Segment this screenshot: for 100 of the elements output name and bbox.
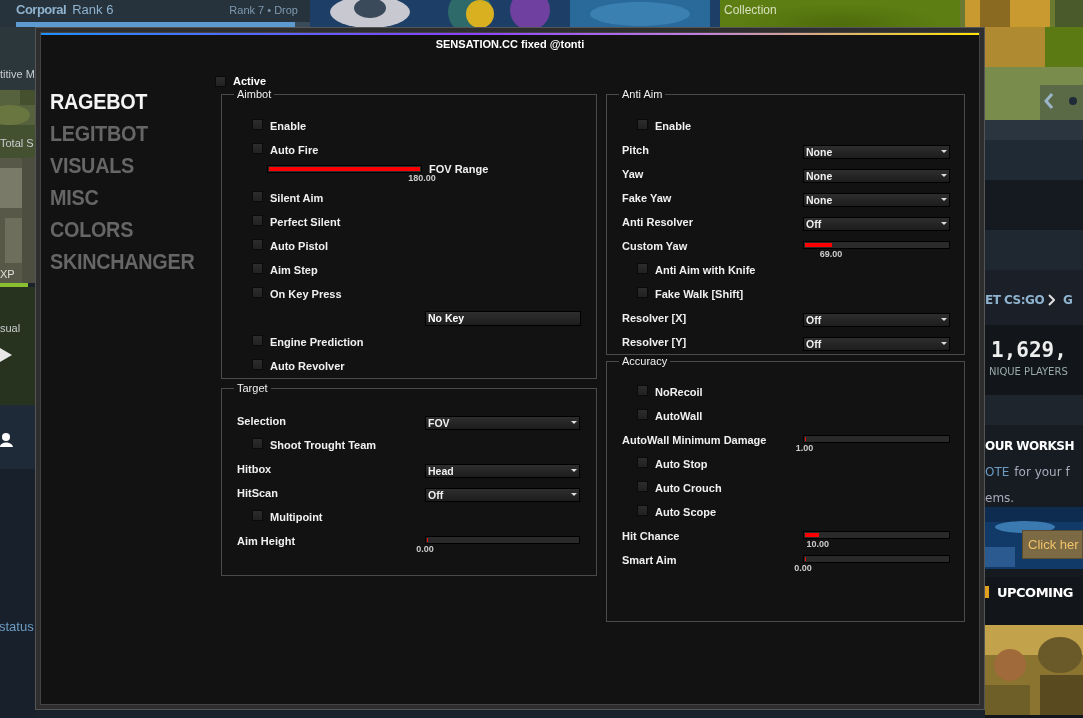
- slider-track[interactable]: [803, 555, 950, 563]
- checkbox-label: Silent Aim: [270, 192, 324, 204]
- checkbox[interactable]: [637, 286, 648, 298]
- caret-icon: [941, 198, 947, 201]
- caret-icon: [571, 493, 577, 496]
- checkbox[interactable]: [637, 504, 648, 516]
- checkbox[interactable]: [252, 509, 263, 521]
- xp-bar: [0, 283, 28, 287]
- slider-track[interactable]: [803, 531, 950, 539]
- caret-icon: [571, 421, 577, 424]
- checkbox-label: Active: [233, 75, 267, 87]
- slider-track[interactable]: [803, 435, 950, 443]
- checkbox[interactable]: [252, 334, 263, 346]
- checkbox[interactable]: [637, 118, 648, 130]
- player-count-label: NIQUE PLAYERS: [989, 366, 1068, 377]
- group-title: Aimbot: [234, 88, 275, 100]
- checkbox-label: Auto Revolver: [270, 360, 345, 372]
- checkbox-label: Aim Step: [270, 264, 318, 276]
- upcoming-heading: UPCOMING: [997, 584, 1073, 600]
- checkbox[interactable]: [637, 384, 648, 396]
- mode-label: sual: [0, 322, 21, 334]
- checkbox[interactable]: [252, 190, 263, 202]
- dropdown[interactable]: Off: [425, 487, 580, 502]
- group-title: Accuracy: [619, 355, 671, 367]
- dropdown[interactable]: None: [803, 192, 950, 207]
- checkbox[interactable]: [252, 214, 263, 226]
- nav-link[interactable]: G: [1063, 292, 1073, 307]
- setting-label: FOV Range: [429, 162, 489, 175]
- setting-label: Fake Yaw: [622, 192, 673, 204]
- checkbox[interactable]: [252, 238, 263, 250]
- checkbox[interactable]: [637, 480, 648, 492]
- checkbox-label: Perfect Silent: [270, 216, 341, 228]
- key-button[interactable]: No Key: [425, 310, 581, 326]
- caret-icon: [941, 222, 947, 225]
- dropdown[interactable]: Head: [425, 463, 580, 478]
- setting-label: Hitbox: [237, 463, 273, 475]
- window-title: SENSATION.CC fixed @tonti: [435, 37, 585, 51]
- checkbox[interactable]: [252, 358, 263, 370]
- checkbox[interactable]: [252, 286, 263, 298]
- slider-value: 0.00: [416, 544, 434, 554]
- checkbox[interactable]: [637, 262, 648, 274]
- caret-icon: [941, 174, 947, 177]
- rank-label: Rank 6: [72, 2, 114, 17]
- collection-title: Collection: [724, 3, 777, 17]
- chevron-right-icon: [1048, 293, 1056, 306]
- checkbox-label: Fake Walk [Shift]: [655, 288, 744, 300]
- setting-label: Aim Height: [237, 535, 297, 547]
- checkbox-label: On Key Press: [270, 288, 342, 300]
- checkbox-label: Enable: [655, 120, 692, 132]
- checkbox[interactable]: [637, 456, 648, 468]
- rank-title: Corporal: [16, 2, 67, 17]
- chevron-left-icon: [1044, 93, 1053, 109]
- setting-label: HitScan: [237, 487, 279, 499]
- slider-value: 10.00: [806, 539, 829, 549]
- checkbox[interactable]: [252, 437, 263, 449]
- next-rank-label: Rank 7 • Drop: [229, 4, 298, 16]
- caret-icon: [941, 342, 947, 345]
- play-icon: [0, 348, 12, 362]
- checkbox[interactable]: [252, 118, 263, 130]
- caret-icon: [941, 150, 947, 153]
- checkbox-label: Multipoint: [270, 511, 323, 523]
- mode-label: titive M: [0, 68, 35, 80]
- slider-value: 1.00: [795, 443, 814, 453]
- checkbox-label: Enable: [270, 120, 307, 132]
- setting-label: Resolver [X]: [622, 312, 688, 324]
- checkbox-label: Auto Crouch: [655, 482, 722, 494]
- checkbox-label: Shoot Trought Team: [270, 439, 377, 451]
- setting-label: AutoWall Minimum Damage: [622, 434, 768, 446]
- dropdown[interactable]: Off: [803, 312, 950, 327]
- dropdown[interactable]: Off: [803, 336, 950, 351]
- dropdown[interactable]: None: [803, 168, 950, 183]
- nav-link[interactable]: ET CS:GO: [985, 292, 1045, 307]
- setting-label: Resolver [Y]: [622, 336, 688, 348]
- slider-track[interactable]: [803, 241, 950, 249]
- nav-tab[interactable]: RAGEBOT: [50, 86, 196, 118]
- checkbox-label: Auto Stop: [655, 458, 708, 470]
- group-title: Target: [234, 382, 271, 394]
- setting-label: Pitch: [622, 144, 650, 156]
- caret-icon: [571, 469, 577, 472]
- status-link[interactable]: status: [0, 619, 34, 634]
- checkbox[interactable]: [252, 142, 263, 154]
- group-title: Anti Aim: [619, 88, 666, 100]
- checkbox-label: NoRecoil: [655, 386, 703, 398]
- checkbox[interactable]: [252, 262, 263, 274]
- checkbox-label: AutoWall: [655, 410, 703, 422]
- dropdown[interactable]: Off: [803, 216, 950, 231]
- setting-label: Yaw: [622, 168, 645, 180]
- checkbox-label: Auto Pistol: [270, 240, 329, 252]
- checkbox[interactable]: [637, 408, 648, 420]
- checkbox[interactable]: [215, 75, 226, 87]
- player-count: 1,629,: [991, 338, 1067, 362]
- workshop-text: ems.: [985, 490, 1015, 507]
- dropdown[interactable]: None: [803, 144, 950, 159]
- dropdown[interactable]: FOV: [425, 415, 580, 430]
- vote-link[interactable]: OTE: [985, 459, 1010, 485]
- checkbox-label: Auto Scope: [655, 506, 717, 518]
- checkbox-label: Auto Fire: [270, 144, 319, 156]
- slider-track[interactable]: [425, 536, 580, 544]
- setting-label: Selection: [237, 415, 287, 427]
- checkbox-label: Engine Prediction: [270, 336, 364, 348]
